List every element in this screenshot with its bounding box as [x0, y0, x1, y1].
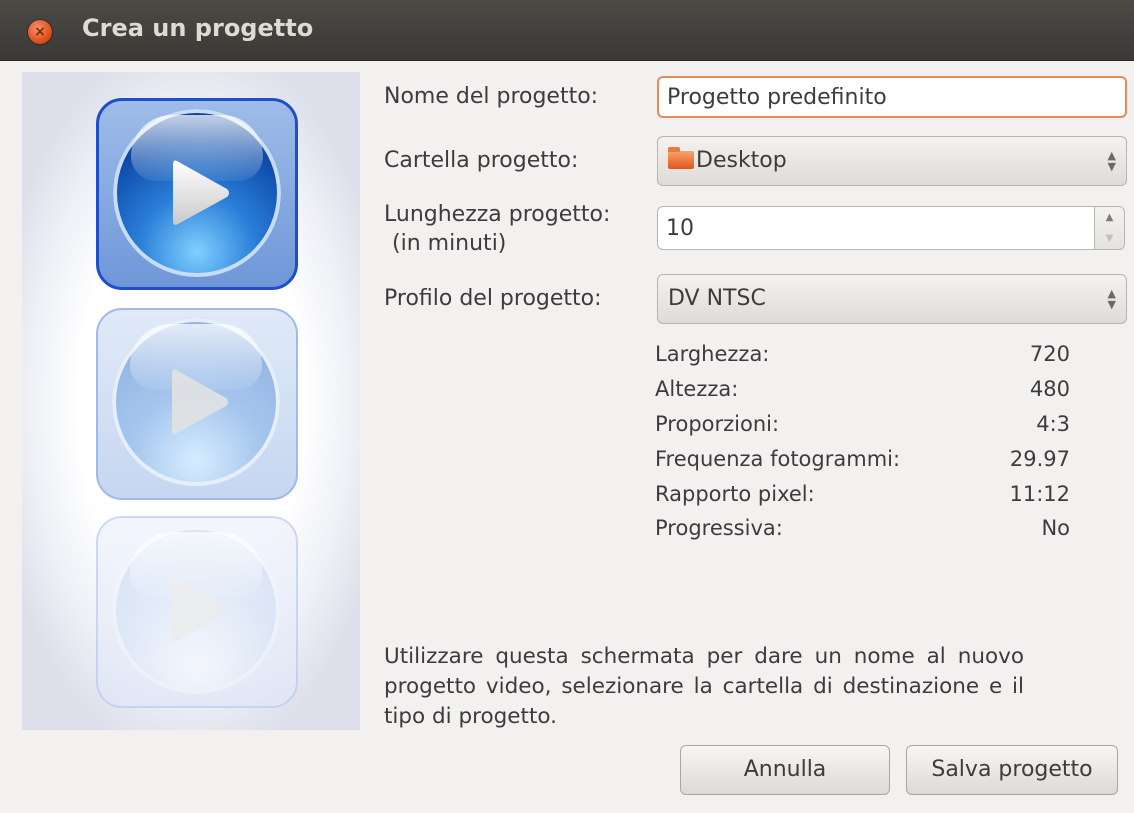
profile-detail-value: 29.97: [1009, 447, 1070, 471]
cancel-button[interactable]: Annulla: [680, 745, 890, 795]
close-icon[interactable]: ×: [28, 20, 52, 44]
profile-detail-label: Proporzioni:: [655, 412, 780, 436]
project-length-label: Lunghezza progetto: (in minuti): [384, 200, 610, 258]
project-length-label-line1: Lunghezza progetto:: [384, 202, 611, 227]
profile-detail-label: Larghezza:: [655, 342, 770, 366]
wizard-image-panel: [22, 72, 360, 730]
profile-detail-value: 720: [1029, 342, 1070, 366]
profile-detail-value: No: [1041, 516, 1070, 540]
stepper-up-icon[interactable]: ▲: [1095, 207, 1124, 228]
folder-icon: [668, 147, 694, 169]
project-profile-combo[interactable]: DV NTSC ▲ ▼: [657, 274, 1127, 324]
profile-detail-label: Progressiva:: [655, 516, 783, 540]
play-button-image-2: [96, 308, 298, 500]
play-button-image-1: [96, 98, 298, 290]
project-length-input[interactable]: [657, 206, 1095, 250]
profile-detail-value: 4:3: [1036, 412, 1070, 436]
window-title: Crea un progetto: [82, 14, 314, 42]
profile-detail-label: Frequenza fotogrammi:: [655, 447, 901, 471]
project-folder-label: Cartella progetto:: [384, 148, 579, 173]
play-button-image-3: [96, 516, 298, 708]
combo-arrows-icon: ▲ ▼: [1107, 149, 1116, 173]
project-profile-value: DV NTSC: [668, 286, 766, 311]
play-icon: [172, 369, 228, 434]
play-disc: [112, 526, 280, 694]
project-folder-combo[interactable]: Desktop ▲ ▼: [657, 136, 1127, 186]
profile-detail-value: 480: [1029, 377, 1070, 401]
help-description: Utilizzare questa schermata per dare un …: [384, 644, 1024, 729]
play-disc: [112, 318, 280, 486]
profile-detail-label: Rapporto pixel:: [655, 482, 815, 506]
play-disc: [113, 109, 281, 277]
play-icon: [172, 577, 228, 642]
profile-detail-label: Altezza:: [655, 377, 739, 401]
title-bar: × Crea un progetto: [0, 0, 1134, 61]
project-folder-value: Desktop: [696, 148, 787, 173]
stepper-down-icon[interactable]: ▼: [1095, 228, 1124, 249]
save-project-button[interactable]: Salva progetto: [906, 745, 1118, 795]
project-length-stepper[interactable]: ▲ ▼: [1095, 206, 1125, 250]
combo-arrows-icon: ▲ ▼: [1107, 287, 1116, 311]
project-name-input[interactable]: [657, 76, 1127, 118]
project-profile-label: Profilo del progetto:: [384, 286, 602, 311]
profile-detail-value: 11:12: [1009, 482, 1070, 506]
project-name-label: Nome del progetto:: [384, 84, 599, 109]
project-length-label-line2: (in minuti): [392, 231, 507, 256]
play-icon: [173, 160, 229, 225]
